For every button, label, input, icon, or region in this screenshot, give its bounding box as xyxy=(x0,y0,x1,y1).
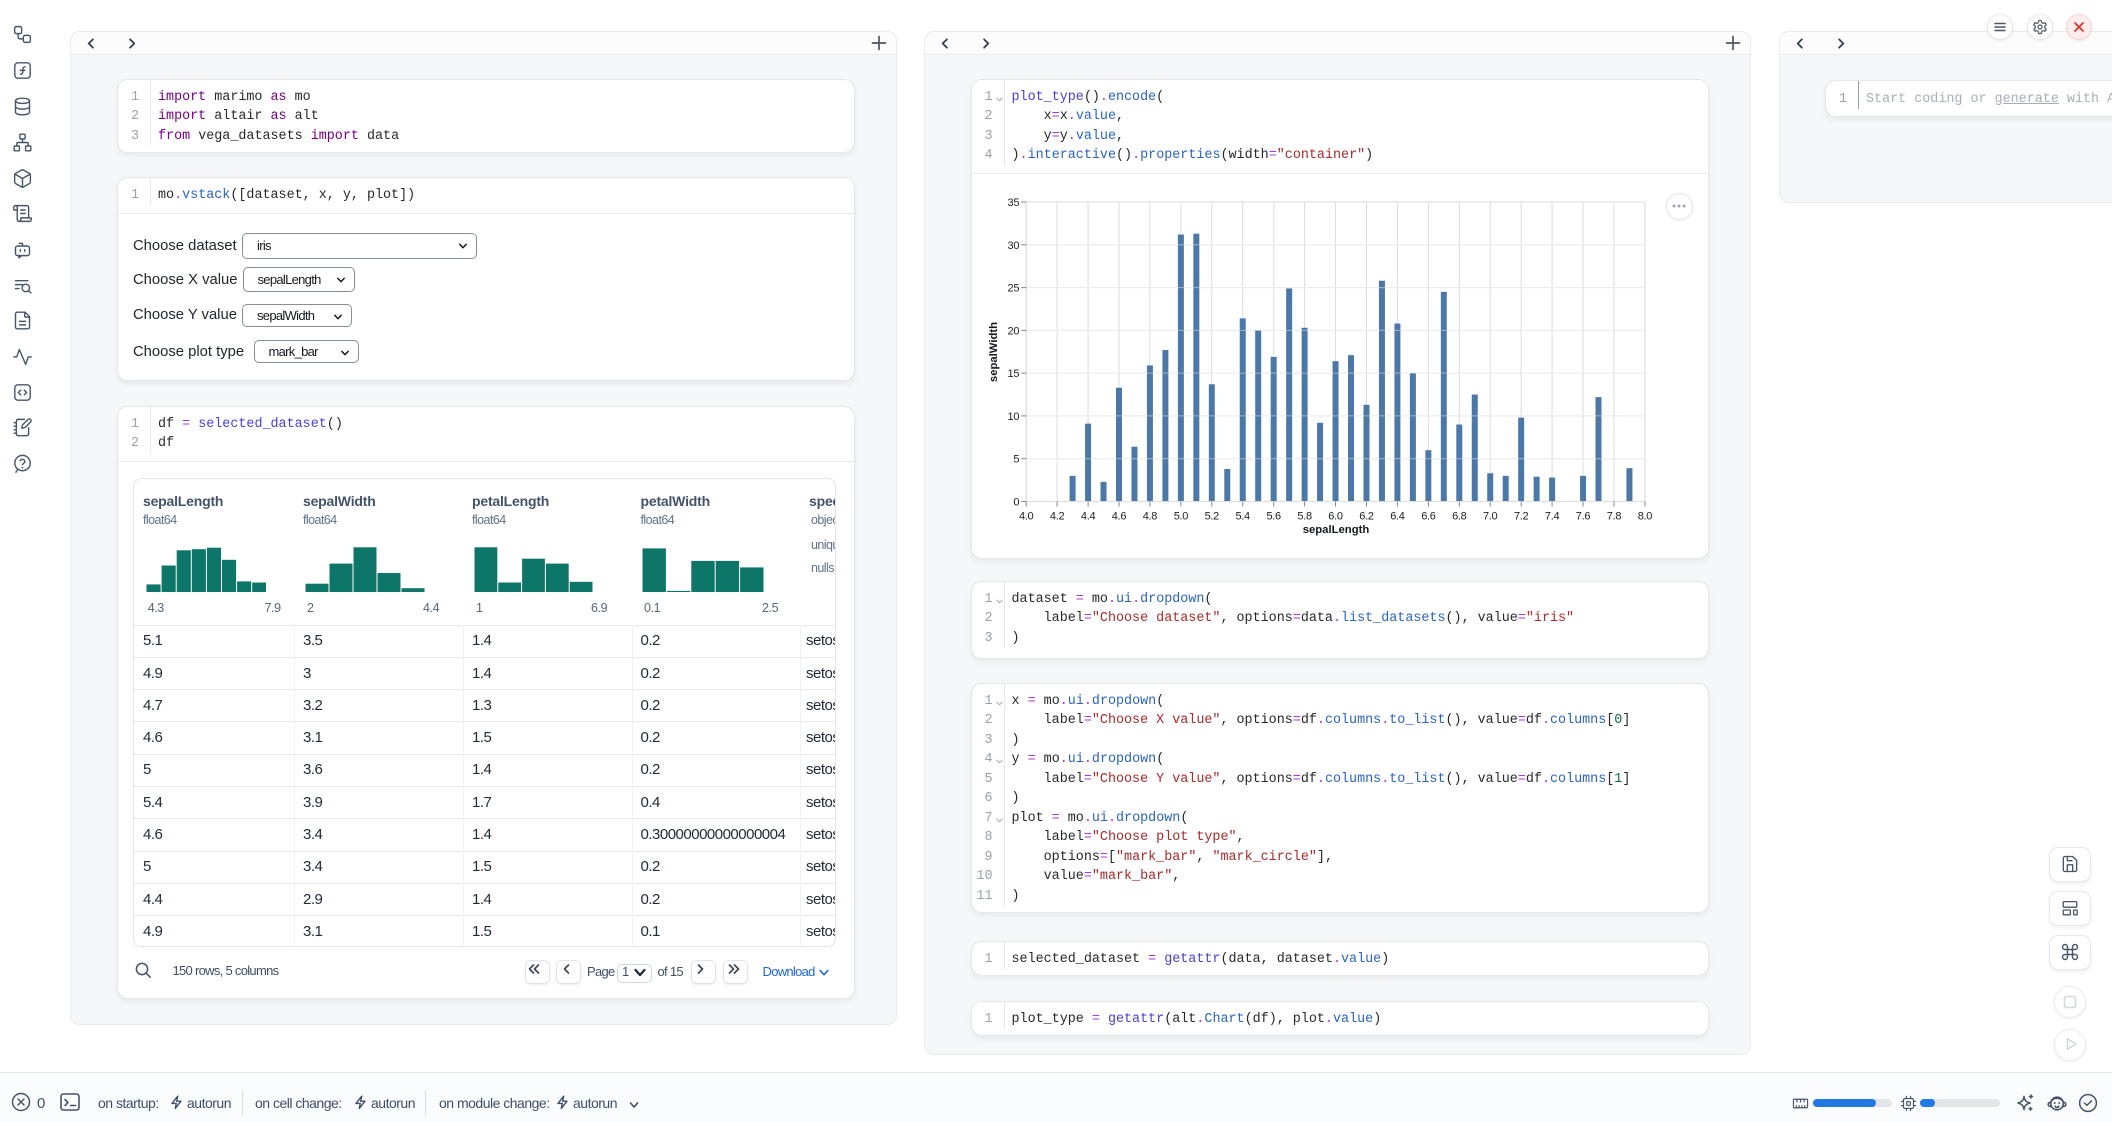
svg-text:sepalWidth: sepalWidth xyxy=(988,322,1000,382)
svg-text:4.6: 4.6 xyxy=(1111,511,1126,523)
svg-text:0: 0 xyxy=(1013,497,1019,509)
svg-text:7.4: 7.4 xyxy=(1544,511,1559,523)
svg-text:30: 30 xyxy=(1007,240,1019,252)
svg-text:25: 25 xyxy=(1007,283,1019,295)
svg-text:5.6: 5.6 xyxy=(1266,511,1281,523)
svg-text:7.6: 7.6 xyxy=(1575,511,1590,523)
svg-text:4.4: 4.4 xyxy=(1080,511,1095,523)
svg-text:6.2: 6.2 xyxy=(1359,511,1374,523)
svg-text:sepalLength: sepalLength xyxy=(1302,524,1369,536)
svg-text:35: 35 xyxy=(1007,197,1019,209)
svg-text:4.0: 4.0 xyxy=(1018,511,1033,523)
svg-text:8.0: 8.0 xyxy=(1637,511,1652,523)
svg-text:7.0: 7.0 xyxy=(1482,511,1497,523)
svg-text:20: 20 xyxy=(1007,325,1019,337)
svg-text:5.2: 5.2 xyxy=(1204,511,1219,523)
svg-text:7.2: 7.2 xyxy=(1513,511,1528,523)
svg-text:5.0: 5.0 xyxy=(1173,511,1188,523)
svg-text:10: 10 xyxy=(1007,411,1019,423)
svg-text:6.8: 6.8 xyxy=(1452,511,1467,523)
svg-text:6.6: 6.6 xyxy=(1421,511,1436,523)
svg-text:5.8: 5.8 xyxy=(1297,511,1312,523)
svg-text:4.2: 4.2 xyxy=(1049,511,1064,523)
svg-text:5.4: 5.4 xyxy=(1235,511,1250,523)
svg-text:6.0: 6.0 xyxy=(1328,511,1343,523)
svg-text:4.8: 4.8 xyxy=(1142,511,1157,523)
svg-text:7.8: 7.8 xyxy=(1606,511,1621,523)
svg-text:5: 5 xyxy=(1013,454,1019,466)
svg-text:15: 15 xyxy=(1007,368,1019,380)
svg-text:6.4: 6.4 xyxy=(1390,511,1405,523)
